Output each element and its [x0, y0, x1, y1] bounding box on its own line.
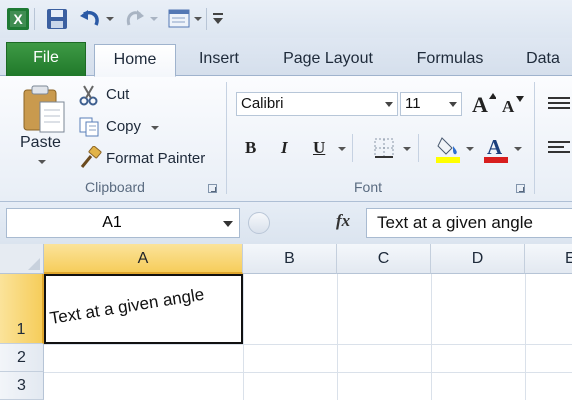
save-icon[interactable] — [46, 8, 68, 35]
font-divider — [418, 134, 419, 162]
name-box[interactable]: A1 — [6, 208, 240, 238]
excel-logo-icon[interactable]: X — [6, 7, 30, 36]
form-icon[interactable] — [168, 8, 192, 35]
gridline — [431, 274, 432, 400]
tab-data[interactable]: Data — [516, 44, 570, 76]
gridline — [525, 274, 526, 400]
row-header-2[interactable]: 2 — [0, 344, 44, 372]
font-color-dropdown-icon[interactable] — [514, 147, 522, 151]
group-divider — [226, 82, 227, 194]
name-box-value: A1 — [102, 214, 122, 231]
paste-dropdown-icon[interactable] — [38, 160, 46, 164]
borders-icon[interactable] — [374, 138, 394, 163]
column-header-d[interactable]: D — [431, 244, 525, 274]
tab-file[interactable]: File — [6, 42, 86, 76]
font-divider — [352, 134, 353, 162]
clipboard-dialog-launcher-icon[interactable] — [208, 184, 217, 193]
gridline — [44, 344, 572, 345]
quick-access-toolbar: X — [0, 0, 572, 38]
undo-icon[interactable] — [78, 8, 102, 35]
clipboard-group-label: Clipboard — [85, 179, 145, 195]
svg-text:A: A — [487, 135, 503, 159]
align-left-icon[interactable] — [548, 140, 570, 161]
redo-icon[interactable] — [124, 8, 146, 35]
format-painter-icon[interactable] — [78, 145, 102, 175]
font-size-dropdown-icon[interactable] — [449, 102, 457, 107]
underline-dropdown-icon[interactable] — [338, 147, 346, 151]
ribbon-home: Paste Cut Copy Format Painter Clipboard … — [0, 76, 572, 202]
redo-dropdown-icon[interactable] — [150, 17, 158, 21]
cell-a1[interactable]: Text at a given angle — [44, 274, 243, 344]
column-header-b[interactable]: B — [243, 244, 337, 274]
formula-input[interactable]: Text at a given angle — [366, 208, 572, 238]
format-painter-button[interactable]: Format Painter — [106, 150, 205, 167]
form-dropdown-icon[interactable] — [194, 17, 202, 21]
font-dialog-launcher-icon[interactable] — [516, 184, 525, 193]
font-color-icon[interactable]: A — [484, 134, 510, 169]
column-header-c[interactable]: C — [337, 244, 431, 274]
grow-font-icon[interactable]: A — [470, 90, 497, 121]
gridline — [243, 274, 244, 400]
fill-color-icon[interactable] — [436, 134, 462, 169]
customize-qat-icon[interactable] — [212, 12, 224, 31]
column-header-e[interactable]: E — [525, 244, 572, 274]
insert-function-button[interactable]: fx — [336, 211, 350, 231]
underline-button[interactable]: U — [313, 138, 325, 158]
svg-text:X: X — [13, 11, 23, 27]
shrink-font-icon[interactable]: A — [500, 92, 524, 121]
tab-home[interactable]: Home — [94, 44, 176, 77]
cut-icon[interactable] — [78, 84, 100, 111]
borders-dropdown-icon[interactable] — [403, 147, 411, 151]
font-size-value: 11 — [405, 95, 421, 112]
font-size-combo[interactable]: 11 — [400, 92, 462, 116]
font-group-label: Font — [353, 179, 382, 195]
tab-insert[interactable]: Insert — [188, 44, 250, 76]
qat-divider — [34, 8, 35, 30]
copy-icon[interactable] — [78, 116, 102, 143]
cell-a1-text: Text at a given angle — [48, 284, 206, 328]
copy-dropdown-icon[interactable] — [151, 126, 159, 130]
undo-dropdown-icon[interactable] — [106, 17, 114, 21]
column-header-a[interactable]: A — [44, 244, 243, 274]
font-name-dropdown-icon[interactable] — [385, 102, 393, 107]
align-top-icon[interactable] — [548, 96, 570, 115]
bold-button[interactable]: B — [245, 138, 256, 158]
group-divider — [534, 82, 535, 194]
paste-icon[interactable] — [16, 84, 68, 139]
qat-divider — [206, 8, 207, 30]
ribbon-tab-strip: File Home Insert Page Layout Formulas Da… — [0, 38, 572, 77]
font-name-combo[interactable]: Calibri — [236, 92, 398, 116]
svg-text:A: A — [472, 92, 488, 116]
gridline — [337, 274, 338, 400]
worksheet-grid: A B C D E 1 2 3 Text at a given angle — [0, 244, 572, 400]
formula-bar-controls: fx — [248, 208, 366, 238]
italic-button[interactable]: I — [281, 138, 288, 158]
row-header-3[interactable]: 3 — [0, 372, 44, 400]
gridline — [44, 372, 572, 373]
cut-button[interactable]: Cut — [106, 86, 129, 103]
formula-bar: A1 fx Text at a given angle — [0, 202, 572, 244]
fill-color-dropdown-icon[interactable] — [466, 147, 474, 151]
tab-page-layout[interactable]: Page Layout — [270, 44, 386, 76]
svg-text:A: A — [502, 97, 515, 116]
formula-bar-resize-handle[interactable] — [248, 212, 270, 234]
row-header-1[interactable]: 1 — [0, 274, 44, 344]
font-name-value: Calibri — [241, 95, 284, 112]
tab-formulas[interactable]: Formulas — [404, 44, 496, 76]
name-box-dropdown-icon[interactable] — [223, 221, 233, 227]
copy-button[interactable]: Copy — [106, 118, 141, 135]
paste-button[interactable]: Paste — [20, 134, 61, 152]
excel-window: X File Home Insert Page Layout Formulas … — [0, 0, 572, 400]
select-all-button[interactable] — [0, 244, 44, 274]
